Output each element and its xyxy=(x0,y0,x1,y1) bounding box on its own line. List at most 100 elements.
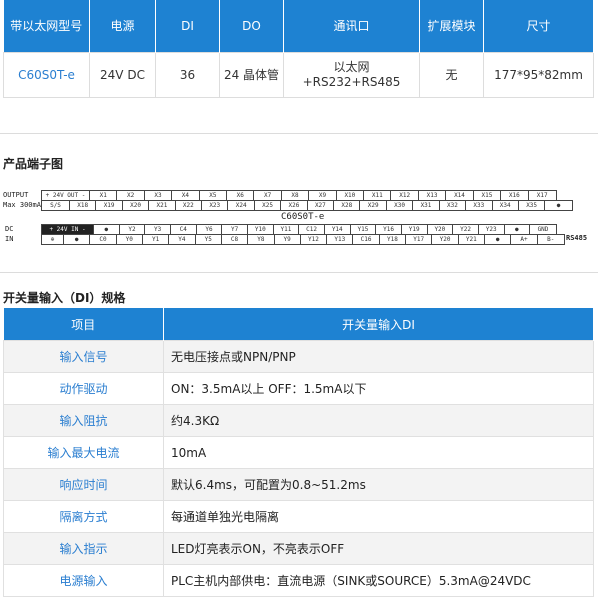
terminal-cell: X32 xyxy=(440,201,467,210)
terminal-cell: X20 xyxy=(123,201,150,210)
terminal-cell: C12 xyxy=(299,225,325,234)
in-label: IN xyxy=(5,235,14,243)
terminal-cell: GND xyxy=(537,226,549,233)
terminal-cell: Y2 xyxy=(120,225,146,234)
terminal-cell: C0 xyxy=(90,235,117,244)
spec-header-expansion: 扩展模块 xyxy=(419,0,484,53)
terminal-cell: X17 xyxy=(536,192,548,199)
terminal-cell: Y9 xyxy=(275,235,301,244)
terminal-diagram: OUTPUT Max 300mA DC IN + 24V OUT - X1 X2 X3… xyxy=(3,188,595,248)
di-item-label: 动作驱动 xyxy=(3,372,164,405)
terminal-cell: X35 xyxy=(519,201,546,210)
terminal-cell: Y18 xyxy=(380,235,407,244)
terminal-cell: ● xyxy=(64,235,91,244)
terminal-cell: X33 xyxy=(466,201,493,210)
terminal-cell: X1 xyxy=(90,191,118,200)
table-row: 响应时间 默认6.4ms，可配置为0.8~51.2ms xyxy=(3,468,594,501)
terminal-cell: Y7 xyxy=(222,225,248,234)
di-item-value: 10mA xyxy=(163,436,594,469)
terminal-cell: X23 xyxy=(202,201,229,210)
terminal-row-output-bottom: S/S X18 X19 X20 X21 X22 X23 X24 X25 X26 X27 X28 X29 X… xyxy=(41,200,573,211)
terminal-cell: ⊕ xyxy=(42,235,64,244)
terminal-cell: X3 xyxy=(145,191,173,200)
terminal-cell: Y10 xyxy=(248,225,274,234)
terminal-cell: Y4 xyxy=(169,235,196,244)
spec-header-model: 带以太网型号 xyxy=(3,0,90,53)
terminal-cell: Y11 xyxy=(274,225,300,234)
terminal-cell: X34 xyxy=(493,201,519,210)
table-row: 输入最大电流 10mA xyxy=(3,436,594,469)
di-item-label: 输入阻抗 xyxy=(3,404,164,437)
di-item-value: 每通道单独光电隔离 xyxy=(163,500,594,533)
terminal-cell: Y23 xyxy=(479,225,505,234)
terminal-cell: C16 xyxy=(353,235,380,244)
terminal-cell: ● xyxy=(505,225,531,234)
table-row: 输入信号 无电压接点或NPN/PNP xyxy=(3,340,594,373)
terminal-cell: X27 xyxy=(308,201,335,210)
divider xyxy=(0,133,598,134)
terminal-cell: Y0 xyxy=(117,235,143,244)
terminal-cell: X2 xyxy=(117,191,145,200)
terminal-cell: X19 xyxy=(96,201,123,210)
terminal-cell: X5 xyxy=(200,191,228,200)
di-item-label: 输入指示 xyxy=(3,532,164,565)
terminal-cell: X21 xyxy=(149,201,176,210)
output-label: OUTPUT xyxy=(3,191,29,199)
terminal-cell: X26 xyxy=(281,201,308,210)
terminal-cell: X16 xyxy=(501,191,529,200)
table-row: 动作驱动 ON：3.5mA以上 OFF：1.5mA以下 xyxy=(3,372,594,405)
terminal-cell: C8 xyxy=(222,235,249,244)
terminal-section-title: 产品端子图 xyxy=(3,157,64,171)
rs485-label: RS485 xyxy=(566,234,588,242)
terminal-cell: X15 xyxy=(474,191,502,200)
terminal-cell: Y5 xyxy=(196,235,222,244)
terminal-cell: ● xyxy=(485,235,512,244)
terminal-cell: X7 xyxy=(254,191,282,200)
terminal-cell: X10 xyxy=(337,191,365,200)
terminal-cell: Y19 xyxy=(402,225,428,234)
terminal-cell: X18 xyxy=(70,201,97,210)
terminal-cell: X14 xyxy=(446,191,474,200)
terminal-cell: X28 xyxy=(334,201,361,210)
terminal-cell: X9 xyxy=(309,191,337,200)
di-item-label: 隔离方式 xyxy=(3,500,164,533)
terminal-cell: C4 xyxy=(171,225,197,234)
terminal-cell: ● xyxy=(94,225,120,234)
terminal-cell: Y3 xyxy=(145,225,171,234)
terminal-cell: Y15 xyxy=(351,225,377,234)
terminal-cell: Y1 xyxy=(143,235,170,244)
terminal-cell: X22 xyxy=(176,201,203,210)
di-item-value: LED灯亮表示ON，不亮表示OFF xyxy=(163,532,594,565)
di-item-value: 约4.3KΩ xyxy=(163,404,594,437)
terminal-cell: Y6 xyxy=(197,225,223,234)
terminal-cell: X24 xyxy=(228,201,255,210)
terminal-cell: Y13 xyxy=(327,235,354,244)
max-current-label: Max 300mA xyxy=(3,201,41,209)
terminal-cell: + 24V OUT - xyxy=(42,191,90,200)
terminal-cell: X8 xyxy=(282,191,310,200)
terminal-cell: Y14 xyxy=(325,225,351,234)
terminal-model-label: C60S0T-e xyxy=(281,212,325,222)
terminal-cell: X29 xyxy=(360,201,387,210)
terminal-cell: Y17 xyxy=(406,235,433,244)
spec-header-di: DI xyxy=(155,0,220,53)
terminal-cell: Y20 xyxy=(428,225,454,234)
terminal-cell: X12 xyxy=(391,191,419,200)
di-spec-table: 项目 开关量输入DI 输入信号 无电压接点或NPN/PNP 动作驱动 ON：3.… xyxy=(3,308,594,597)
terminal-cell: ● xyxy=(556,202,561,209)
terminal-cell: Y16 xyxy=(376,225,402,234)
terminal-cell: S/S xyxy=(42,201,70,210)
terminal-cell: X4 xyxy=(172,191,200,200)
spec-cell-comm: 以太网+RS232+RS485 xyxy=(283,52,420,98)
di-item-value: 默认6.4ms，可配置为0.8~51.2ms xyxy=(163,468,594,501)
terminal-cell: Y12 xyxy=(301,235,328,244)
spec-header-size: 尺寸 xyxy=(483,0,594,53)
terminal-cell: A+ xyxy=(511,235,538,244)
spec-cell-do: 24 晶体管 xyxy=(219,52,284,98)
spec-cell-size: 177*95*82mm xyxy=(483,52,594,98)
terminal-cell: X30 xyxy=(387,201,414,210)
terminal-row-input-bottom: ⊕ ● C0 Y0 Y1 Y4 Y5 C8 Y8 Y9 Y12 Y13 C16 Y18 Y17 Y20 Y21 ●… xyxy=(41,234,565,245)
spec-cell-expansion: 无 xyxy=(419,52,484,98)
di-item-label: 响应时间 xyxy=(3,468,164,501)
terminal-cell: Y21 xyxy=(459,235,485,244)
